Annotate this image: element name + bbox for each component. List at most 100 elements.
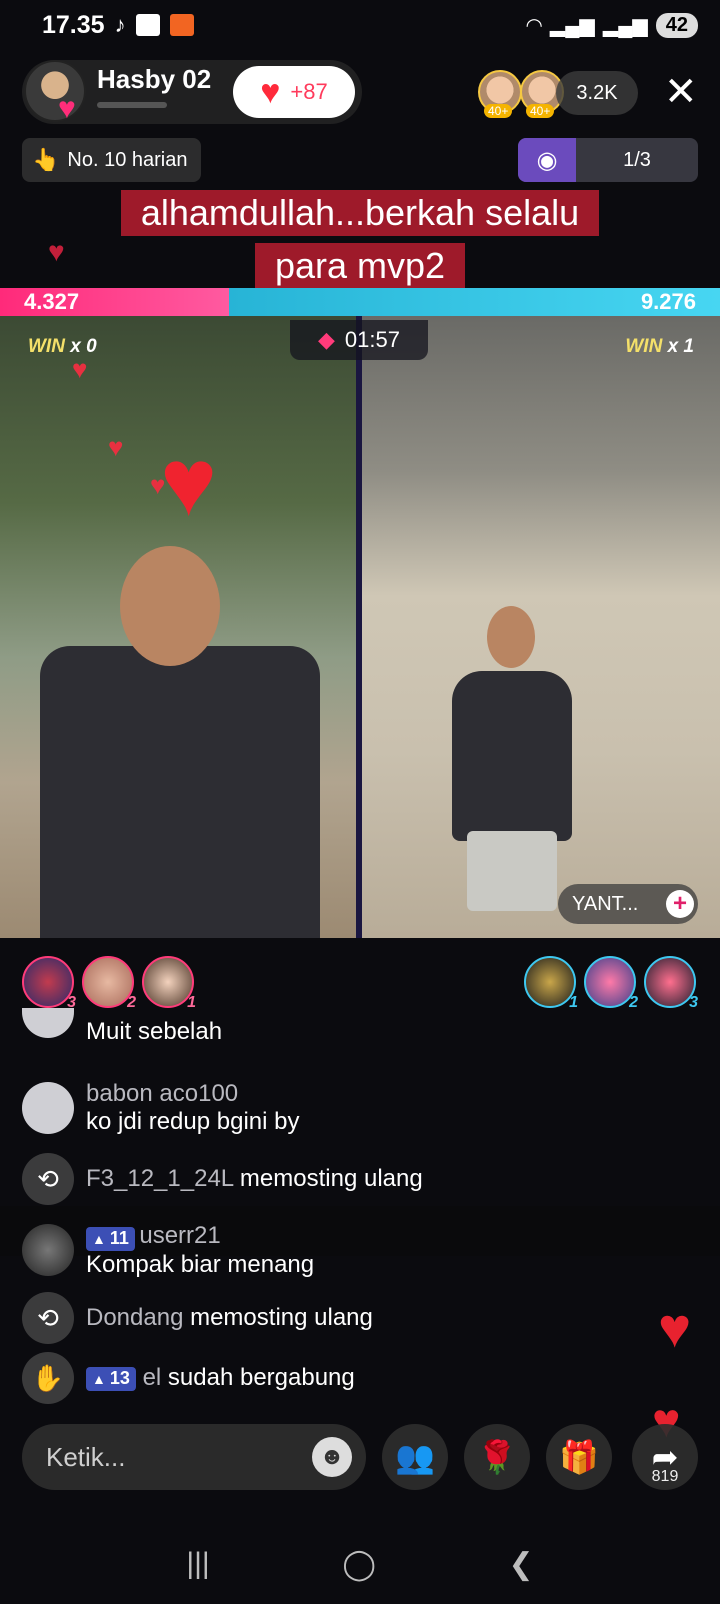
host-avatar[interactable]: ♥ bbox=[24, 60, 86, 125]
multi-guest-button[interactable]: 👥 bbox=[382, 1424, 448, 1490]
chat-item[interactable]: ▲ 11 userr21 Kompak biar menang bbox=[22, 1222, 314, 1279]
level-badge: ▲ 11 bbox=[86, 1226, 135, 1251]
chat-username[interactable]: el bbox=[143, 1364, 162, 1391]
supporter-rank: 1 bbox=[187, 994, 196, 1011]
floating-heart-icon: ♥ bbox=[658, 1296, 692, 1359]
chat-item[interactable]: ⟲ Dondang memosting ulang bbox=[22, 1292, 373, 1344]
level-badge: ▲ 13 bbox=[86, 1366, 136, 1391]
back-icon[interactable]: ❮ bbox=[509, 1547, 534, 1582]
left-supporter-avatar[interactable]: 1 bbox=[142, 956, 196, 1011]
chat-username[interactable]: Dondang bbox=[86, 1304, 183, 1331]
rose-icon: 🌹 bbox=[477, 1439, 517, 1475]
left-supporter-avatar[interactable]: 2 bbox=[82, 956, 136, 1011]
right-supporter-avatar[interactable]: 3 bbox=[644, 956, 698, 1011]
stream-caption: para mvp2 bbox=[0, 243, 720, 289]
game-progress: 1/3 bbox=[623, 148, 651, 171]
left-video-pane[interactable] bbox=[0, 316, 356, 938]
chat-item[interactable]: babon aco100 ko jdi redup bgini by bbox=[22, 1080, 299, 1136]
recent-apps-icon[interactable]: ||| bbox=[186, 1547, 209, 1581]
game-progress-pill[interactable]: ◉ 1/3 bbox=[518, 138, 698, 182]
chat-message: Muit sebelah bbox=[86, 1018, 223, 1045]
battle-timer: ◆ 01:57 bbox=[290, 320, 428, 360]
level-icon: ▲ bbox=[92, 1230, 106, 1247]
viewer-avatar[interactable]: 40+ bbox=[478, 70, 522, 118]
viewer-count[interactable]: 3.2K bbox=[556, 71, 638, 115]
share-count: 819 bbox=[651, 1468, 679, 1485]
chat-item[interactable]: Muit sebelah bbox=[22, 1008, 223, 1046]
heart-icon: ♥ bbox=[260, 73, 281, 111]
right-supporter-avatar[interactable]: 2 bbox=[584, 956, 638, 1011]
home-icon[interactable]: ◯ bbox=[342, 1547, 376, 1582]
chat-username[interactable]: babon aco100 bbox=[86, 1080, 299, 1108]
game-icon: ◉ bbox=[518, 138, 576, 182]
level-icon: ▲ bbox=[92, 1370, 106, 1387]
guest-chip[interactable]: YANT... + bbox=[558, 884, 698, 924]
heart-icon: ♥ bbox=[58, 92, 76, 125]
floating-heart-icon: ♥ bbox=[72, 354, 88, 384]
supporter-rank: 2 bbox=[629, 994, 638, 1011]
rose-gift-button[interactable]: 🌹 bbox=[464, 1424, 530, 1490]
caption-line-1: alhamdullah...berkah selalu bbox=[120, 190, 600, 236]
left-score: 4.327 bbox=[24, 289, 80, 314]
like-button[interactable]: ♥ +87 bbox=[233, 66, 355, 118]
close-icon[interactable]: ✕ bbox=[664, 70, 698, 114]
timer-value: 01:57 bbox=[344, 327, 400, 352]
follow-plus-icon[interactable]: + bbox=[666, 890, 694, 918]
level-value: 13 bbox=[109, 1368, 130, 1389]
comment-placeholder: Ketik... bbox=[46, 1441, 126, 1472]
hd-icon bbox=[135, 14, 160, 36]
status-bar: 17.35 ♪ ◠ ▂▄▆ ▂▄▆ 42 bbox=[0, 0, 720, 50]
caption-line-2: para mvp2 bbox=[254, 243, 466, 289]
gift-button[interactable]: 🎁 bbox=[546, 1424, 612, 1490]
chat-message: memosting ulang bbox=[190, 1304, 373, 1331]
record-icon bbox=[169, 14, 194, 36]
thumb-icon: 👆 bbox=[32, 147, 60, 172]
floating-heart-icon: ♥ bbox=[160, 429, 217, 536]
level-value: 11 bbox=[109, 1228, 129, 1249]
chat-item[interactable]: ⟲ F3_12_1_24L memosting ulang bbox=[22, 1153, 423, 1205]
chat-message: memosting ulang bbox=[239, 1165, 423, 1192]
battery-indicator: 42 bbox=[655, 12, 698, 38]
chat-message: ko jdi redup bgini by bbox=[86, 1108, 300, 1135]
system-nav-bar: ||| ◯ ❮ bbox=[0, 1524, 720, 1604]
people-icon: 👥 bbox=[395, 1439, 435, 1475]
left-supporter-avatar[interactable]: 3 bbox=[22, 956, 76, 1011]
chat-item[interactable]: ✋ ▲ 13 el sudah bergabung bbox=[22, 1352, 355, 1404]
floating-heart-icon: ♥ bbox=[150, 470, 166, 500]
guest-name: YANT... bbox=[572, 892, 639, 915]
chat-username[interactable]: userr21 bbox=[139, 1222, 220, 1249]
chat-username[interactable]: F3_12_1_24L bbox=[86, 1165, 233, 1192]
floating-heart-icon: ♥ bbox=[48, 236, 65, 267]
daily-rank-pill[interactable]: 👆 No. 10 harian bbox=[22, 138, 202, 182]
win-word: WIN bbox=[28, 336, 65, 357]
like-count: +87 bbox=[290, 79, 328, 104]
wave-hand-icon: ✋ bbox=[22, 1352, 74, 1404]
status-time: 17.35 bbox=[42, 10, 105, 39]
floating-heart-icon: ♥ bbox=[108, 432, 124, 462]
emoji-icon[interactable]: ☻ bbox=[312, 1437, 352, 1477]
share-button[interactable]: ➦ 819 bbox=[632, 1424, 698, 1490]
comment-input[interactable]: Ketik... ☻ bbox=[22, 1424, 366, 1490]
chat-avatar[interactable] bbox=[22, 1224, 74, 1277]
supporter-rank: 3 bbox=[689, 994, 698, 1011]
host-name[interactable]: Hasby 02 bbox=[97, 64, 211, 95]
right-supporter-avatar[interactable]: 1 bbox=[524, 956, 578, 1011]
right-win-counter: WIN x 1 bbox=[625, 336, 694, 358]
win-count: x 1 bbox=[667, 336, 694, 357]
signal-icon: ▂▄▆ bbox=[602, 14, 648, 37]
stream-caption: alhamdullah...berkah selalu bbox=[0, 190, 720, 236]
right-score: 9.276 bbox=[640, 289, 696, 314]
chat-message: Kompak biar menang bbox=[86, 1250, 315, 1278]
chat-message: sudah bergabung bbox=[167, 1364, 355, 1391]
rank-label: No. 10 harian bbox=[67, 148, 188, 171]
right-video-pane[interactable] bbox=[362, 316, 720, 938]
viewer-badge: 40+ bbox=[484, 104, 513, 118]
supporter-rank: 2 bbox=[127, 994, 136, 1011]
gift-icon: 🎁 bbox=[559, 1439, 599, 1475]
signal-icon: ▂▄▆ bbox=[549, 14, 595, 37]
battle-icon: ◆ bbox=[318, 327, 335, 352]
win-word: WIN bbox=[625, 336, 663, 357]
chat-avatar[interactable] bbox=[22, 1008, 74, 1038]
chat-avatar[interactable] bbox=[22, 1082, 74, 1134]
wifi-icon: ◠ bbox=[526, 14, 542, 37]
